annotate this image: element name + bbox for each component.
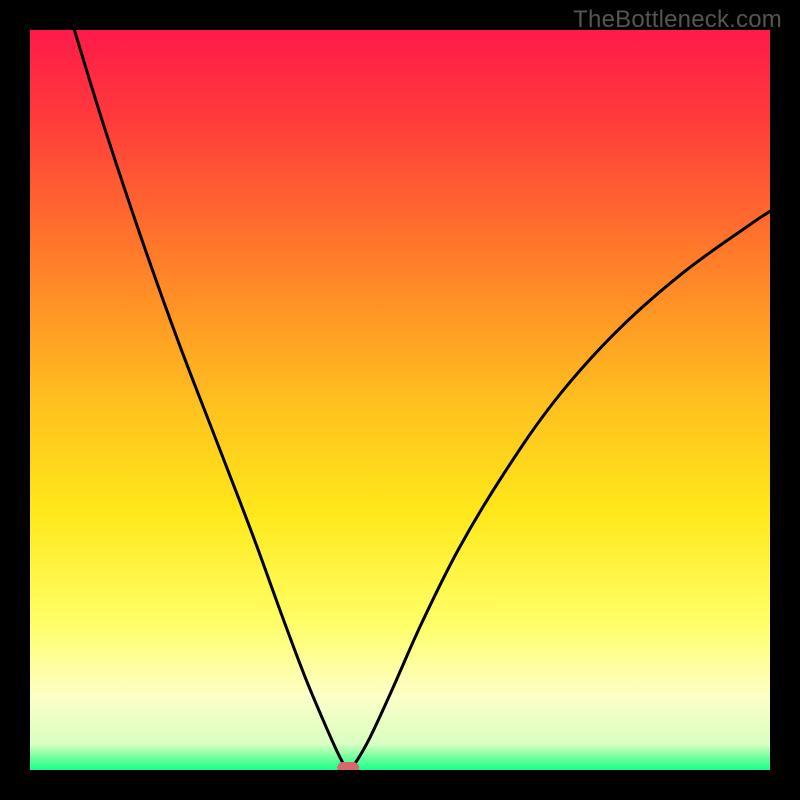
minimum-marker bbox=[337, 762, 359, 770]
chart-frame: TheBottleneck.com bbox=[0, 0, 800, 800]
plot-area bbox=[30, 30, 770, 770]
plot-svg bbox=[30, 30, 770, 770]
gradient-background bbox=[30, 30, 770, 770]
watermark-text: TheBottleneck.com bbox=[573, 6, 782, 34]
